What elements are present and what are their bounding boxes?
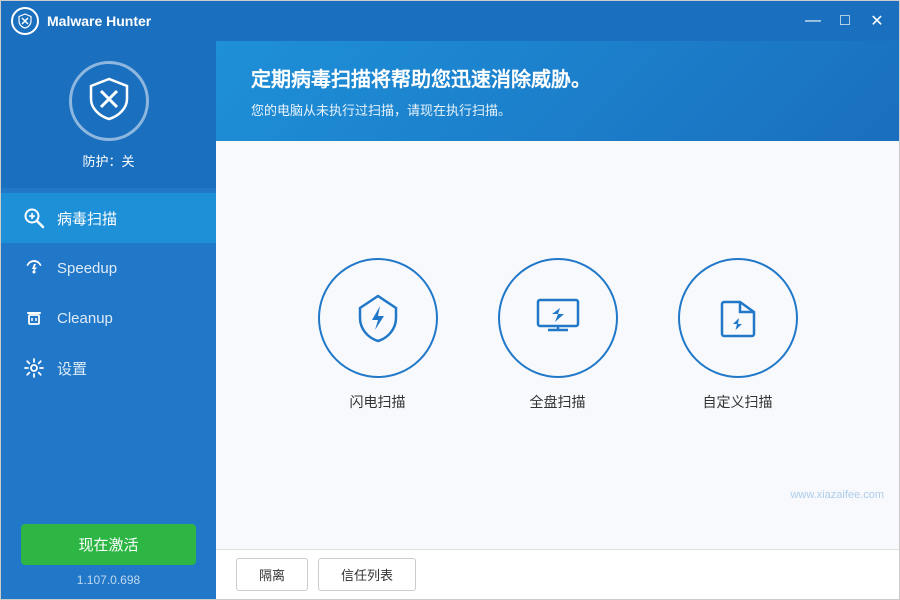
custom-scan-circle	[678, 258, 798, 378]
flash-scan-circle	[318, 258, 438, 378]
app-title: Malware Hunter	[47, 13, 801, 29]
window-controls: — □ ✕	[801, 9, 889, 33]
sidebar-item-cleanup[interactable]: Cleanup	[1, 293, 216, 343]
close-button[interactable]: ✕	[865, 9, 889, 33]
flash-scan-option[interactable]: 闪电扫描	[318, 258, 438, 412]
content-header: 定期病毒扫描将帮助您迅速消除威胁。 您的电脑从未执行过扫描，请现在执行扫描。	[216, 41, 899, 141]
watermark: www.xiazaifee.com	[790, 489, 884, 501]
sidebar-item-settings-label: 设置	[57, 358, 87, 379]
activate-button[interactable]: 现在激活	[21, 524, 196, 565]
app-window: Malware Hunter — □ ✕	[0, 0, 900, 600]
custom-scan-option[interactable]: 自定义扫描	[678, 258, 798, 412]
sidebar-hero: 防护：关	[1, 41, 216, 188]
sidebar-item-virus-scan-label: 病毒扫描	[57, 208, 117, 229]
custom-scan-label: 自定义扫描	[703, 392, 773, 412]
sidebar-bottom: 现在激活 1.107.0.698	[1, 509, 216, 599]
protection-status: 防护：关	[82, 151, 134, 170]
content-footer: 隔离 信任列表	[216, 549, 899, 599]
app-logo	[11, 7, 39, 35]
sidebar-item-speedup-label: Speedup	[57, 260, 117, 277]
content-area: 定期病毒扫描将帮助您迅速消除威胁。 您的电脑从未执行过扫描，请现在执行扫描。	[216, 41, 899, 599]
shield-container	[69, 61, 149, 141]
content-header-subtitle: 您的电脑从未执行过扫描，请现在执行扫描。	[251, 100, 864, 119]
full-scan-option[interactable]: 全盘扫描	[498, 258, 618, 412]
full-scan-label: 全盘扫描	[530, 392, 586, 412]
sidebar-nav: 病毒扫描 Speedup	[1, 188, 216, 509]
sidebar: 防护：关 病毒扫描	[1, 41, 216, 599]
full-scan-circle	[498, 258, 618, 378]
content-body: 闪电扫描 全盘扫描	[216, 141, 899, 549]
maximize-button[interactable]: □	[833, 9, 857, 33]
sidebar-item-virus-scan[interactable]: 病毒扫描	[1, 193, 216, 243]
flash-scan-label: 闪电扫描	[350, 392, 406, 412]
sidebar-item-settings[interactable]: 设置	[1, 343, 216, 393]
main-layout: 防护：关 病毒扫描	[1, 41, 899, 599]
version-label: 1.107.0.698	[77, 573, 140, 587]
sidebar-item-cleanup-label: Cleanup	[57, 310, 113, 327]
sidebar-item-speedup[interactable]: Speedup	[1, 243, 216, 293]
content-header-title: 定期病毒扫描将帮助您迅速消除威胁。	[251, 63, 864, 92]
titlebar: Malware Hunter — □ ✕	[1, 1, 899, 41]
trust-list-button[interactable]: 信任列表	[318, 558, 416, 591]
minimize-button[interactable]: —	[801, 9, 825, 33]
quarantine-button[interactable]: 隔离	[236, 558, 308, 591]
shield-icon	[85, 75, 133, 128]
scan-options: 闪电扫描 全盘扫描	[318, 258, 798, 412]
